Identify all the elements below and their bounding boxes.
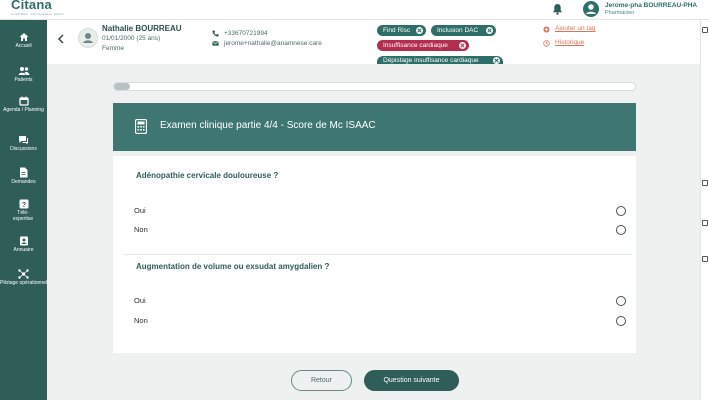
user-role: Pharmacien <box>605 10 635 16</box>
close-icon[interactable] <box>416 27 423 34</box>
bell-icon[interactable] <box>552 3 563 15</box>
back-button[interactable]: Retour <box>291 370 352 391</box>
sidebar-item-annuaire[interactable]: Annuaire <box>0 236 47 253</box>
sidebar-item-label: Télé-expertise <box>12 210 34 222</box>
tag-label: Inclusion DAC <box>437 27 479 34</box>
svg-text:?: ? <box>21 202 25 209</box>
calculator-icon <box>135 119 147 134</box>
edge-strip <box>700 20 709 400</box>
patient-sex: Femme <box>102 45 125 52</box>
user-name[interactable]: Jerome-pha BOURREAU-PHA <box>605 2 697 9</box>
option-label[interactable]: Oui <box>134 296 146 305</box>
history-link[interactable]: Historique <box>555 39 584 46</box>
patient-dob: 01/01/2000 (25 ans) <box>102 35 161 42</box>
directory-icon <box>19 236 28 246</box>
user-avatar[interactable] <box>583 1 599 17</box>
pin-icon[interactable] <box>702 220 708 226</box>
radio-q2-oui[interactable] <box>616 296 626 306</box>
sidebar-item-label: Patients <box>14 77 33 83</box>
chat-bubble-icon[interactable] <box>702 256 708 262</box>
radio-q1-oui[interactable] <box>616 206 626 216</box>
sidebar-item-accueil[interactable]: Accueil <box>0 32 47 49</box>
questions-card: Adénopathie cervicale douloureuse ? Oui … <box>113 156 636 353</box>
tag-label: Insuffisance cardiaque <box>383 42 448 49</box>
patient-name: Nathalie BOURREAU <box>102 24 182 33</box>
progress-bar <box>113 82 636 91</box>
question-text: Adénopathie cervicale douloureuse ? <box>136 171 279 180</box>
tag-label: Dépistage insuffisance cardiaque <box>383 57 479 64</box>
sidebar-item-agenda[interactable]: Agenda / Planning <box>0 96 47 113</box>
expand-icon[interactable] <box>702 180 708 186</box>
sidebar-item-pilotage[interactable]: Pilotage opérationnel <box>0 269 47 286</box>
tag-depistage-insuffisance-cardiaque[interactable]: Dépistage insuffisance cardiaque <box>377 56 503 64</box>
progress-fill <box>114 83 130 90</box>
history-icon <box>543 40 550 47</box>
question-text: Augmentation de volume ou exsudat amygda… <box>136 262 330 271</box>
tag-label: Find Risc <box>383 27 411 34</box>
tag-inclusion-dac[interactable]: Inclusion DAC <box>431 25 496 36</box>
sidebar-item-discussions[interactable]: Discussions <box>0 135 47 152</box>
patient-avatar <box>78 28 98 48</box>
question-icon: ? <box>19 199 28 209</box>
sidebar-item-tele-expertise[interactable]: ? Télé-expertise <box>0 199 47 222</box>
add-circle-icon <box>543 26 550 33</box>
hub-icon <box>18 269 29 279</box>
patient-phone[interactable]: +33670721994 <box>224 30 268 37</box>
sidebar-item-patients[interactable]: Patients <box>0 66 47 83</box>
app-logo-tagline: Coordination · Communication · Patient <box>11 12 64 16</box>
patient-email[interactable]: jerome+nathalie@anamnese.care <box>224 40 322 47</box>
section-header: Examen clinique partie 4/4 - Score de Mc… <box>113 103 636 151</box>
app-logo[interactable]: Citana <box>11 0 52 12</box>
sidebar-item-label: Pilotage opérationnel <box>0 280 47 286</box>
sidebar: Accueil Patients Agenda / Planning Discu… <box>0 20 47 400</box>
option-label[interactable]: Non <box>134 316 148 325</box>
sidebar-item-label: Accueil <box>15 43 32 49</box>
document-icon <box>20 167 28 178</box>
back-chevron-icon[interactable] <box>57 34 65 44</box>
option-label[interactable]: Non <box>134 225 148 234</box>
sidebar-item-label: Demandes <box>11 179 36 185</box>
next-question-button[interactable]: Question suivante <box>364 370 459 391</box>
close-icon[interactable] <box>459 42 466 49</box>
calendar-icon <box>18 96 29 106</box>
sidebar-item-label: Annuaire <box>13 247 34 253</box>
tag-insuffisance-cardiaque[interactable]: Insuffisance cardiaque <box>377 40 469 51</box>
phone-icon <box>212 30 219 37</box>
option-label[interactable]: Oui <box>134 206 146 215</box>
person-icon <box>83 33 93 43</box>
sidebar-item-label: Agenda / Planning <box>3 107 44 113</box>
top-bar: Citana Coordination · Communication · Pa… <box>0 0 709 20</box>
add-tag-link[interactable]: Ajouter un tag <box>555 25 595 32</box>
divider <box>123 254 632 255</box>
user-icon <box>586 4 596 14</box>
sidebar-item-label: Discussions <box>10 146 37 152</box>
sidebar-item-demandes[interactable]: Demandes <box>0 167 47 185</box>
radio-q1-non[interactable] <box>616 225 626 235</box>
close-icon[interactable] <box>493 57 500 64</box>
tag-find-risc[interactable]: Find Risc <box>377 25 426 36</box>
close-icon[interactable] <box>486 27 493 34</box>
radio-q2-non[interactable] <box>616 316 626 326</box>
section-title: Examen clinique partie 4/4 - Score de Mc… <box>160 120 376 131</box>
home-icon <box>19 33 28 41</box>
people-icon <box>18 67 29 75</box>
refresh-icon[interactable] <box>702 27 708 33</box>
mail-icon <box>212 41 219 46</box>
chat-icon <box>19 136 28 145</box>
